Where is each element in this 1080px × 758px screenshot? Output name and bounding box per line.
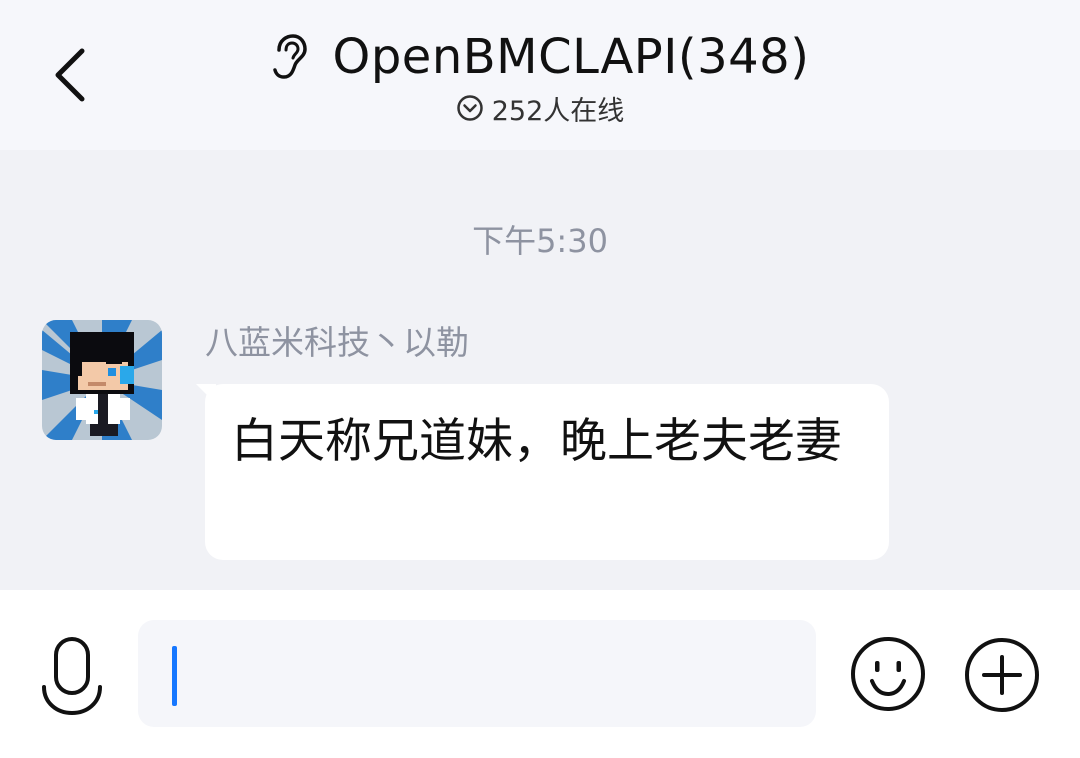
input-bar bbox=[0, 590, 1080, 758]
emoji-button[interactable] bbox=[850, 636, 926, 712]
message-bubble[interactable]: 白天称兄道妹，晚上老夫老妻 bbox=[205, 384, 889, 560]
more-button[interactable] bbox=[963, 636, 1041, 714]
online-status[interactable]: 252人在线 bbox=[0, 88, 1080, 128]
group-title: OpenBMCLAPI(348) bbox=[332, 29, 810, 85]
message-timestamp: 下午5:30 bbox=[472, 222, 608, 260]
avatar[interactable] bbox=[42, 320, 162, 440]
message-list[interactable]: 下午5:30 八蓝米科技丶以勒 白天称兄道妹，晚上老夫老妻 bbox=[0, 150, 1080, 590]
message-input[interactable] bbox=[138, 620, 816, 727]
sender-name[interactable]: 八蓝米科技丶以勒 bbox=[205, 316, 469, 364]
chevron-down-circle-icon bbox=[456, 95, 483, 121]
ear-icon bbox=[271, 33, 311, 81]
chat-header: OpenBMCLAPI(348) 252人在线 bbox=[0, 0, 1080, 150]
title-row[interactable]: OpenBMCLAPI(348) bbox=[0, 24, 1080, 90]
microphone-icon bbox=[42, 637, 102, 716]
text-caret bbox=[172, 646, 177, 706]
smiley-icon bbox=[851, 637, 925, 711]
online-count: 252人在线 bbox=[491, 95, 625, 127]
voice-button[interactable] bbox=[38, 634, 106, 722]
plus-circle-icon bbox=[965, 638, 1039, 712]
